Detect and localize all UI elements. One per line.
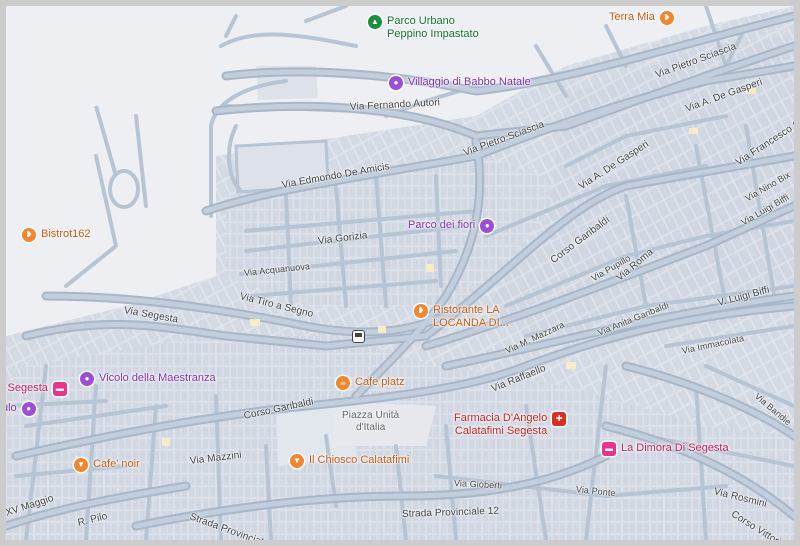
park-icon: ▲ <box>368 15 382 29</box>
poi-il-chiosco-calatafimi[interactable]: ▼ Il Chiosco Calatafimi <box>290 454 409 468</box>
poi-bistrot162[interactable]: ❥ Bistrot162 <box>22 228 91 242</box>
poi-label: Vicolo della Maestranza <box>99 372 216 384</box>
poi-villaggio-babbo-natale[interactable]: ● Villaggio di Babbo Natale <box>389 76 531 90</box>
poi-parco-urbano[interactable]: ▲ Parco Urbano Peppino Impastato <box>368 15 479 41</box>
poi-label: i Segesta <box>6 382 48 394</box>
poi-label: Bistrot162 <box>41 228 91 240</box>
attraction-icon: ● <box>21 402 36 416</box>
attraction-icon: ● <box>80 372 94 386</box>
poi-terra-mia[interactable]: ❥ Terra Mia <box>609 11 674 25</box>
poi-label: Il Chiosco Calatafimi <box>309 454 410 466</box>
hotel-icon: ▬ <box>602 442 616 456</box>
attraction-icon: ● <box>480 219 495 233</box>
restaurant-icon: ❥ <box>659 11 674 25</box>
pharmacy-icon: ✚ <box>552 412 567 426</box>
poi-label: Villaggio di Babbo Natale <box>408 76 531 88</box>
poi-label: Cafe platz <box>355 376 405 388</box>
attraction-icon: ● <box>389 76 403 90</box>
bus-stop-icon[interactable] <box>352 330 365 343</box>
poi-vicolo-della-maestranza[interactable]: ● Vicolo della Maestranza <box>80 372 216 386</box>
poi-label: Terra Mia <box>609 11 655 23</box>
poi-cafe-noir[interactable]: ▼ Cafe' noir <box>74 458 140 472</box>
area-label-piazza-text: Piazza Unità d'Italia <box>342 410 400 433</box>
poi-ulo[interactable]: ● ulo <box>6 402 36 416</box>
hotel-icon: ▬ <box>52 382 67 396</box>
poi-hotel-segesta[interactable]: ▬ i Segesta <box>6 382 67 396</box>
poi-label: Farmacia D'Angelo Calatafimi Segesta <box>454 412 548 437</box>
restaurant-icon: ❥ <box>22 228 36 242</box>
poi-label: ulo <box>6 402 17 414</box>
poi-la-dimora-di-segesta[interactable]: ▬ La Dimora Di Segesta <box>602 442 729 456</box>
cafe-icon: ☕ <box>336 376 350 390</box>
bar-icon: ▼ <box>290 454 304 468</box>
poi-farmacia-dangelo[interactable]: ✚ Farmacia D'Angelo Calatafimi Segesta <box>454 412 567 438</box>
poi-label: Parco dei fiori <box>408 219 476 231</box>
poi-parco-dei-fiori[interactable]: ● Parco dei fiori <box>408 219 495 233</box>
map-frame: Via Fernando Autori Via Pietro Sciascia … <box>0 0 800 546</box>
area-label-piazza: Piazza Unità d'Italia <box>342 410 399 434</box>
poi-label: La Dimora Di Segesta <box>621 442 729 454</box>
bar-icon: ▼ <box>74 458 88 472</box>
poi-label: Ristorante LA LOCANDA DI... <box>433 304 509 329</box>
poi-label: Parco Urbano Peppino Impastato <box>387 15 479 40</box>
map-canvas[interactable]: Via Fernando Autori Via Pietro Sciascia … <box>6 6 794 540</box>
restaurant-icon: ❥ <box>414 304 428 318</box>
poi-label: Cafe' noir <box>93 458 140 470</box>
poi-ristorante-la-locanda[interactable]: ❥ Ristorante LA LOCANDA DI... <box>414 304 509 330</box>
poi-cafe-platz[interactable]: ☕ Cafe platz <box>336 376 405 390</box>
